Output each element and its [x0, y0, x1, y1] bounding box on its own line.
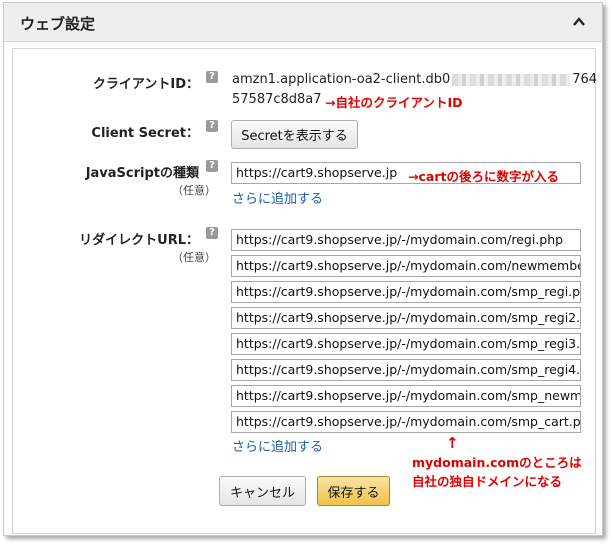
client-id-label: クライアントID：: [92, 77, 199, 92]
redirect-url-input-3[interactable]: https://cart9.shopserve.jp/-/mydomain.co…: [231, 281, 581, 303]
redirect-add-more-link[interactable]: さらに追加する: [232, 436, 323, 455]
panel-title: ウェブ設定: [20, 15, 96, 33]
javascript-optional-label: （任意）: [172, 184, 216, 197]
redacted-area: [452, 73, 571, 86]
settings-form: クライアントID： ? amzn1.application-oa2-client…: [12, 48, 598, 534]
client-secret-help-icon[interactable]: ?: [206, 120, 218, 132]
redirect-url-input-1[interactable]: https://cart9.shopserve.jp/-/mydomain.co…: [231, 229, 581, 251]
javascript-help-icon[interactable]: ?: [206, 160, 218, 172]
redirect-url-input-8[interactable]: https://cart9.shopserve.jp/-/mydomain.co…: [231, 411, 581, 433]
panel-header[interactable]: ウェブ設定: [4, 3, 602, 42]
up-arrow-annotation: ↑: [446, 434, 459, 452]
domain-annotation-line2: 自社の独自ドメインになる: [412, 474, 563, 489]
redirect-optional-label: （任意）: [172, 251, 216, 264]
javascript-annotation: →cartの後ろに数字が入る: [408, 169, 559, 184]
javascript-origins-label: JavaScriptの種類: [85, 166, 199, 181]
client-id-value-line2: 57587c8d8a7: [232, 92, 322, 107]
client-id-annotation: →自社のクライアントID: [325, 95, 463, 110]
chevron-up-icon[interactable]: [572, 15, 586, 27]
redirect-url-input-4[interactable]: https://cart9.shopserve.jp/-/mydomain.co…: [231, 307, 581, 329]
redirect-url-input-7[interactable]: https://cart9.shopserve.jp/-/mydomain.co…: [231, 385, 581, 407]
web-settings-panel: ウェブ設定 クライアントID： ? amzn1.application-oa2-…: [3, 2, 603, 536]
redirect-help-icon[interactable]: ?: [206, 227, 218, 239]
client-id-value: amzn1.application-oa2-client.db0 764: [232, 72, 598, 87]
javascript-add-more-link[interactable]: さらに追加する: [232, 188, 323, 207]
redirect-url-label: リダイレクトURL：: [79, 233, 199, 248]
save-button[interactable]: 保存する: [317, 476, 390, 506]
client-secret-label: Client Secret：: [91, 126, 199, 141]
redirect-url-input-2[interactable]: https://cart9.shopserve.jp/-/mydomain.co…: [231, 255, 581, 277]
client-id-help-icon[interactable]: ?: [206, 71, 218, 83]
redirect-url-input-5[interactable]: https://cart9.shopserve.jp/-/mydomain.co…: [231, 333, 581, 355]
redirect-url-input-6[interactable]: https://cart9.shopserve.jp/-/mydomain.co…: [231, 359, 581, 381]
domain-annotation-line1: mydomain.comのところは: [412, 455, 582, 470]
show-secret-button[interactable]: Secretを表示する: [231, 120, 358, 149]
cancel-button[interactable]: キャンセル: [219, 476, 306, 506]
